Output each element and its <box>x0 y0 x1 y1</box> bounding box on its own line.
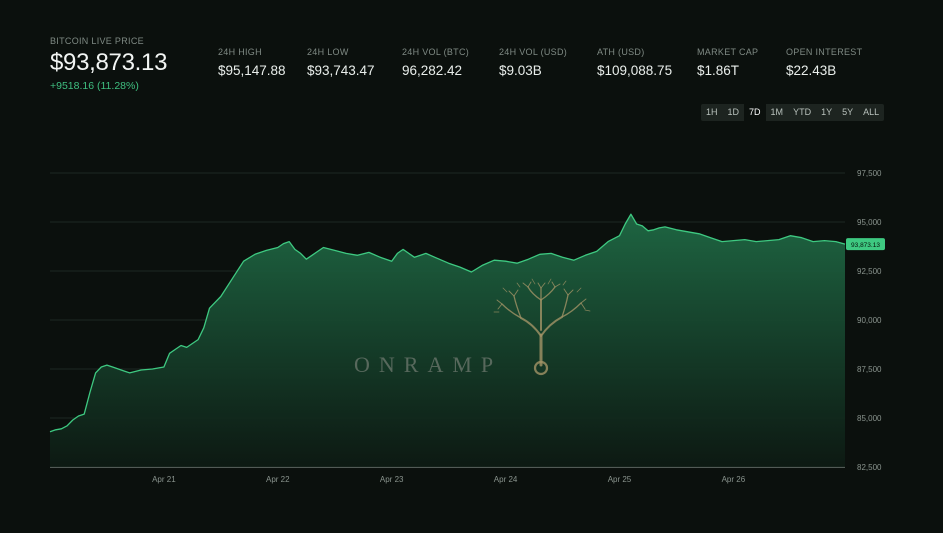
x-tick-label: Apr 23 <box>380 475 404 484</box>
y-tick-label: 92,500 <box>857 267 882 276</box>
x-tick-label: Apr 24 <box>494 475 518 484</box>
y-axis: 97,500 95,000 92,500 90,000 87,500 85,000 82,5… <box>857 169 882 472</box>
y-tick-label: 85,000 <box>857 414 882 423</box>
y-tick-label: 97,500 <box>857 169 882 178</box>
y-tick-label: 82,500 <box>857 463 882 472</box>
x-tick-label: Apr 21 <box>152 475 176 484</box>
price-chart: ONRAMP 97,500 95,000 92,500 90,000 87,500 85,… <box>49 169 885 484</box>
current-price-badge-label: 93,873.13 <box>851 242 880 249</box>
current-price-marker: 93,873.13 <box>846 238 885 251</box>
x-tick-label: Apr 26 <box>722 475 746 484</box>
x-tick-label: Apr 22 <box>266 475 290 484</box>
y-tick-label: 87,500 <box>857 365 882 374</box>
y-tick-label: 95,000 <box>857 218 882 227</box>
area-fill-layer <box>50 214 845 467</box>
watermark-text: ONRAMP <box>354 352 502 377</box>
x-axis: Apr 21 Apr 22 Apr 23 Apr 24 Apr 25 Apr 26 <box>152 475 746 484</box>
x-tick-label: Apr 25 <box>608 475 632 484</box>
price-area <box>50 214 845 467</box>
y-tick-label: 90,000 <box>857 316 882 325</box>
